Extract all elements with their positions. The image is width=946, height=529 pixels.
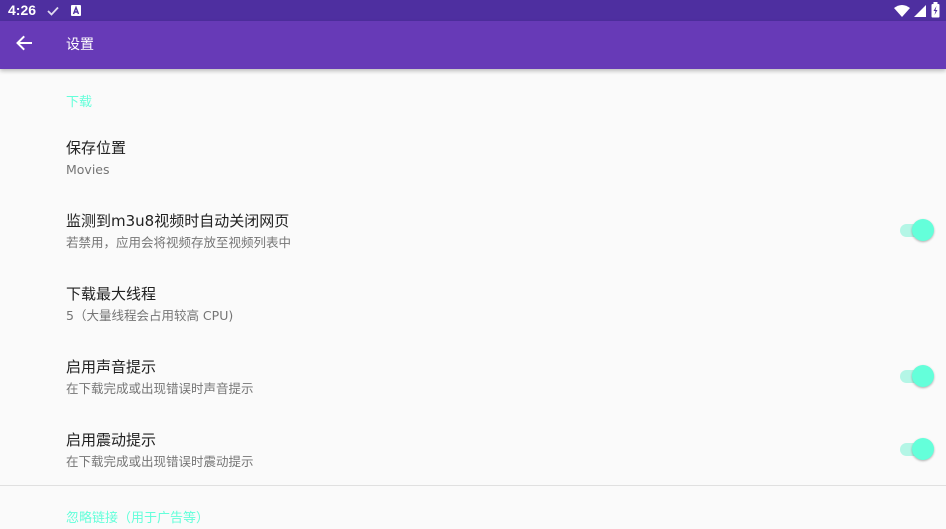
battery-charging-icon bbox=[931, 2, 940, 22]
pref-summary: 5（大量线程会占用较高 CPU) bbox=[66, 308, 234, 323]
pref-summary: Movies bbox=[66, 162, 110, 177]
switch-thumb bbox=[912, 365, 934, 387]
arrow-back-icon bbox=[14, 33, 34, 57]
category-download: 下载 bbox=[66, 95, 93, 110]
pref-auto-close-m3u8[interactable]: 监测到m3u8视频时自动关闭网页 若禁用，应用会将视频存放至视频列表中 bbox=[0, 202, 946, 266]
pref-summary: 若禁用，应用会将视频存放至视频列表中 bbox=[66, 235, 292, 250]
status-time: 4:26 bbox=[8, 2, 37, 18]
pref-title: 启用声音提示 bbox=[66, 358, 157, 376]
switch-thumb bbox=[912, 219, 934, 241]
status-bar: 4:26 bbox=[0, 0, 946, 21]
settings-list: 下载 保存位置 Movies 监测到m3u8视频时自动关闭网页 若禁用，应用会将… bbox=[0, 69, 946, 529]
app-toolbar: 设置 bbox=[0, 21, 946, 69]
a-notification-icon bbox=[70, 3, 82, 22]
auto-close-switch[interactable] bbox=[898, 218, 934, 242]
pref-title: 监测到m3u8视频时自动关闭网页 bbox=[66, 212, 290, 230]
wifi-icon bbox=[894, 3, 910, 22]
back-button[interactable] bbox=[6, 27, 42, 63]
pref-title: 启用震动提示 bbox=[66, 431, 157, 449]
pref-summary: 在下载完成或出现错误时震动提示 bbox=[66, 454, 254, 469]
pref-title: 保存位置 bbox=[66, 139, 127, 157]
category-ignore-links: 忽略链接（用于广告等） bbox=[66, 511, 210, 526]
cellular-signal-icon bbox=[913, 3, 927, 22]
pref-save-location[interactable]: 保存位置 Movies bbox=[0, 129, 946, 193]
pref-max-threads[interactable]: 下载最大线程 5（大量线程会占用较高 CPU) bbox=[0, 275, 946, 339]
switch-thumb bbox=[912, 438, 934, 460]
page-title: 设置 bbox=[66, 37, 94, 53]
pref-summary: 在下载完成或出现错误时声音提示 bbox=[66, 381, 254, 396]
sound-alert-switch[interactable] bbox=[898, 364, 934, 388]
pref-vibration-alert[interactable]: 启用震动提示 在下载完成或出现错误时震动提示 bbox=[0, 421, 946, 485]
vibration-alert-switch[interactable] bbox=[898, 437, 934, 461]
category-divider bbox=[0, 485, 946, 486]
pref-sound-alert[interactable]: 启用声音提示 在下载完成或出现错误时声音提示 bbox=[0, 348, 946, 412]
check-icon bbox=[46, 3, 60, 22]
pref-title: 下载最大线程 bbox=[66, 285, 157, 303]
